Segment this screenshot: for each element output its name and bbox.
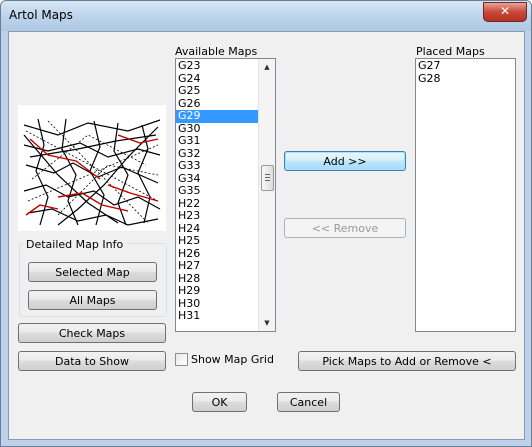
available-map-item[interactable]: H27: [176, 259, 259, 273]
available-map-item[interactable]: G31: [176, 134, 259, 148]
available-maps-label: Available Maps: [175, 45, 258, 58]
available-map-item[interactable]: H23: [176, 209, 259, 223]
placed-map-item[interactable]: G28: [416, 72, 515, 86]
window-title: Artol Maps: [9, 8, 73, 22]
scroll-down-icon[interactable]: ▼: [259, 315, 275, 331]
dialog-window: Artol Maps ✕ Available Maps G23 G24 G25 …: [0, 0, 532, 447]
scroll-up-icon[interactable]: ▲: [259, 59, 275, 75]
ok-button[interactable]: OK: [192, 392, 247, 412]
available-map-item[interactable]: G23: [176, 59, 259, 73]
title-bar[interactable]: Artol Maps ✕: [1, 1, 531, 31]
pick-maps-button[interactable]: Pick Maps to Add or Remove <: [298, 351, 516, 371]
placed-maps-label: Placed Maps: [416, 45, 485, 58]
detailed-map-info-label: Detailed Map Info: [23, 238, 127, 251]
show-map-grid-label[interactable]: Show Map Grid: [191, 353, 274, 366]
available-map-item[interactable]: G35: [176, 184, 259, 198]
check-maps-button[interactable]: Check Maps: [18, 323, 166, 343]
available-map-item[interactable]: H25: [176, 234, 259, 248]
available-map-item[interactable]: H29: [176, 284, 259, 298]
placed-maps-items: G27 G28: [416, 59, 515, 86]
available-map-item[interactable]: G25: [176, 84, 259, 98]
remove-button[interactable]: << Remove: [284, 218, 406, 238]
close-button[interactable]: ✕: [483, 2, 527, 22]
available-map-item[interactable]: G29: [176, 109, 259, 123]
data-to-show-button[interactable]: Data to Show: [18, 351, 166, 371]
available-maps-list[interactable]: G23 G24 G25 G26 G29 G30 G31 G32 G33 G34 G35 H22 H23 H…: [175, 58, 276, 332]
add-button[interactable]: Add >>: [284, 151, 406, 171]
placed-map-item[interactable]: G27: [416, 59, 515, 73]
scroll-thumb[interactable]: [261, 165, 274, 191]
available-maps-items: G23 G24 G25 G26 G29 G30 G31 G32 G33 G34 G35 H22 H23 H…: [176, 59, 259, 323]
cancel-button[interactable]: Cancel: [277, 392, 340, 412]
available-map-item[interactable]: H31: [176, 309, 259, 323]
all-maps-button[interactable]: All Maps: [28, 290, 157, 310]
placed-maps-list[interactable]: G27 G28: [415, 58, 516, 332]
selected-map-button[interactable]: Selected Map: [28, 262, 157, 282]
show-map-grid-checkbox[interactable]: [175, 353, 188, 366]
map-preview-image: [18, 105, 166, 231]
available-map-item[interactable]: G33: [176, 159, 259, 173]
close-icon: ✕: [499, 4, 511, 18]
available-maps-scrollbar[interactable]: ▲ ▼: [258, 59, 275, 331]
